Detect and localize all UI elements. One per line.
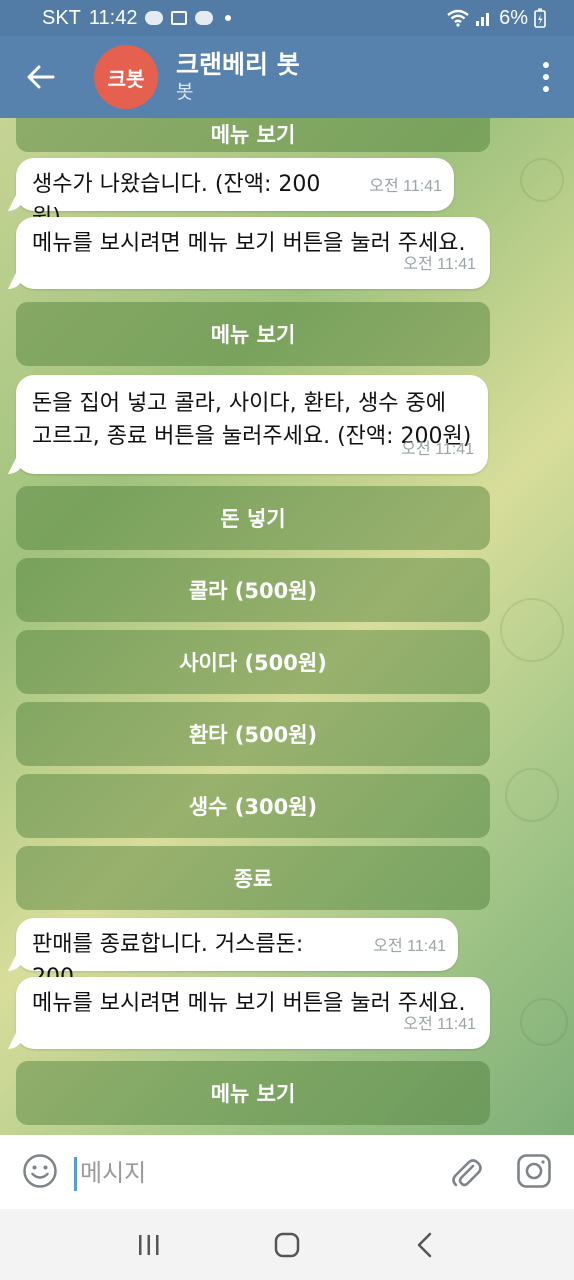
message-bubble[interactable]: 메뉴를 보시려면 메뉴 보기 버튼을 눌러 주세요. 오전 11:41	[16, 977, 490, 1049]
home-icon	[274, 1232, 300, 1257]
camera-icon[interactable]	[516, 1153, 552, 1189]
arrow-left-icon	[27, 65, 55, 89]
message-list[interactable]: 메뉴 보기 생수가 나왔습니다. (잔액: 200원) 오전 11:41 메뉴를…	[0, 118, 574, 1135]
keyboard-button-water[interactable]: 생수 (300원)	[16, 774, 490, 838]
status-right: 6%	[447, 7, 546, 30]
keyboard-button-fanta[interactable]: 환타 (500원)	[16, 702, 490, 766]
keyboard-button-label: 사이다 (500원)	[179, 651, 327, 675]
chat-title: 크랜베리 봇	[176, 50, 300, 79]
keyboard-button-label: 메뉴 보기	[210, 323, 296, 347]
home-button[interactable]	[267, 1225, 307, 1265]
battery-percent: 6%	[499, 6, 528, 29]
message-time: 오전 11:41	[403, 1016, 476, 1033]
message-time: 오전 11:41	[401, 441, 474, 458]
keyboard-button-menu-view[interactable]: 메뉴 보기	[16, 118, 490, 152]
carrier-label: SKT	[42, 6, 81, 29]
keyboard-button-label: 콜라 (500원)	[188, 579, 318, 603]
keyboard-button-exit[interactable]: 종료	[16, 846, 490, 910]
message-composer	[0, 1135, 574, 1209]
more-dot-icon	[543, 74, 549, 80]
back-button[interactable]	[6, 36, 76, 118]
band-icon	[145, 11, 164, 25]
more-options-button[interactable]	[540, 62, 552, 92]
chat-title-block[interactable]: 크랜베리 봇 봇	[176, 50, 300, 104]
background-doodle	[520, 998, 568, 1046]
wifi-icon	[447, 9, 469, 27]
keyboard-button-menu-view[interactable]: 메뉴 보기	[16, 302, 490, 366]
message-time: 오전 11:41	[369, 178, 442, 195]
battery-charging-icon	[534, 8, 546, 28]
recent-apps-button[interactable]	[129, 1225, 169, 1265]
emoji-icon[interactable]	[22, 1153, 58, 1189]
system-nav-bar	[0, 1209, 574, 1280]
keyboard-button-label: 생수 (300원)	[188, 795, 318, 819]
more-notifications-icon	[225, 15, 232, 21]
keyboard-button-cola[interactable]: 콜라 (500원)	[16, 558, 490, 622]
avatar-initials: 크봇	[107, 66, 145, 91]
background-doodle	[505, 768, 559, 822]
background-doodle	[520, 158, 564, 202]
paperclip-icon[interactable]	[446, 1153, 486, 1193]
more-dot-icon	[543, 86, 549, 92]
message-bubble[interactable]: 판매를 종료합니다. 거스름돈: 200 오전 11:41	[16, 918, 458, 990]
keyboard-button-menu-view[interactable]: 메뉴 보기	[16, 1061, 490, 1125]
keyboard-button-insert-money[interactable]: 돈 넣기	[16, 486, 490, 550]
message-input[interactable]	[80, 1153, 440, 1193]
message-time: 오전 11:41	[373, 938, 446, 955]
chat-header: 크봇 크랜베리 봇 봇	[0, 36, 574, 118]
keyboard-button-label: 메뉴 보기	[210, 1082, 296, 1106]
chevron-left-icon	[417, 1232, 432, 1257]
clock: 11:42	[88, 6, 138, 29]
text-cursor	[74, 1157, 77, 1191]
signal-icon	[476, 13, 490, 26]
keyboard-button-label: 종료	[233, 867, 273, 891]
more-dot-icon	[543, 62, 549, 68]
status-bar: SKT 11:42 6%	[0, 0, 574, 36]
message-bubble[interactable]: 돈을 집어 넣고 콜라, 사이다, 환타, 생수 중에 고르고, 종료 버튼을 …	[16, 375, 488, 474]
status-left: SKT 11:42	[42, 6, 232, 30]
talk-icon	[195, 11, 214, 25]
message-bubble[interactable]: 메뉴를 보시려면 메뉴 보기 버튼을 눌러 주세요. 오전 11:41	[16, 217, 490, 289]
keyboard-button-label: 메뉴 보기	[210, 123, 296, 147]
avatar[interactable]: 크봇	[94, 45, 158, 109]
keyboard-button-cider[interactable]: 사이다 (500원)	[16, 630, 490, 694]
background-doodle	[500, 598, 564, 662]
chat-subtitle: 봇	[176, 81, 194, 103]
keyboard-button-label: 돈 넣기	[220, 507, 286, 531]
keyboard-button-label: 환타 (500원)	[188, 723, 318, 747]
gallery-icon	[171, 11, 188, 25]
recent-apps-icon	[139, 1234, 159, 1255]
message-bubble[interactable]: 생수가 나왔습니다. (잔액: 200원) 오전 11:41	[16, 158, 454, 230]
message-time: 오전 11:41	[403, 256, 476, 273]
back-nav-button[interactable]	[405, 1225, 445, 1265]
